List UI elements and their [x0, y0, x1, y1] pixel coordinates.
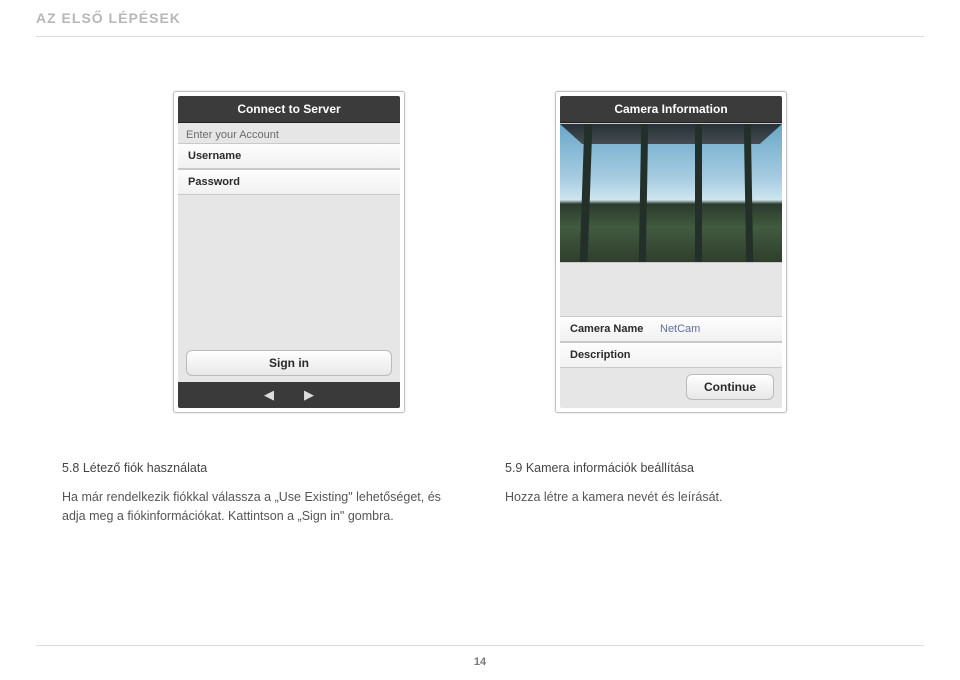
camera-name-label: Camera Name [570, 323, 650, 335]
caption-left: 5.8 Létező fiók használata Ha már rendel… [62, 459, 455, 525]
caption-left-body: Ha már rendelkezik fiókkal válassza a „U… [62, 488, 455, 526]
titlebar-camera-info: Camera Information [560, 96, 782, 123]
titlebar-connect: Connect to Server [178, 96, 400, 123]
description-label: Description [570, 349, 650, 361]
password-label: Password [188, 176, 268, 188]
username-row[interactable]: Username [178, 143, 400, 169]
document-page: AZ ELSŐ LÉPÉSEK Connect to Server Enter … [0, 0, 960, 680]
spacer [178, 195, 400, 344]
caption-right-body: Hozza létre a kamera nevét és leírását. [505, 488, 898, 507]
camera-name-row[interactable]: Camera Name [560, 316, 782, 342]
spacer [560, 263, 782, 316]
username-label: Username [188, 150, 268, 162]
back-arrow-icon[interactable]: ◀ [264, 387, 274, 403]
caption-right: 5.9 Kamera információk beállítása Hozza … [505, 459, 898, 525]
phone-screen-camera-info: Camera Information Camera Name Descripti… [560, 96, 782, 408]
phone-screen-connect: Connect to Server Enter your Account Use… [178, 96, 400, 408]
screenshots-row: Connect to Server Enter your Account Use… [36, 43, 924, 453]
footer-rule [36, 645, 924, 646]
camera-name-input[interactable] [660, 323, 782, 335]
camera-preview-image [560, 123, 782, 263]
screenshot-frame-left: Connect to Server Enter your Account Use… [173, 91, 405, 413]
header-rule [36, 36, 924, 37]
page-number: 14 [0, 656, 960, 668]
caption-right-heading: 5.9 Kamera információk beállítása [505, 459, 898, 478]
password-row[interactable]: Password [178, 169, 400, 195]
description-row[interactable]: Description [560, 342, 782, 368]
page-header: AZ ELSŐ LÉPÉSEK [36, 10, 924, 26]
account-prompt: Enter your Account [178, 123, 400, 143]
nav-bar: ◀ ▶ [178, 382, 400, 408]
screenshot-frame-right: Camera Information Camera Name Descripti… [555, 91, 787, 413]
continue-button[interactable]: Continue [686, 374, 774, 400]
caption-left-heading: 5.8 Létező fiók használata [62, 459, 455, 478]
forward-arrow-icon[interactable]: ▶ [304, 387, 314, 403]
continue-row: Continue [560, 368, 782, 408]
sign-in-button[interactable]: Sign in [186, 350, 392, 376]
captions-row: 5.8 Létező fiók használata Ha már rendel… [36, 453, 924, 525]
